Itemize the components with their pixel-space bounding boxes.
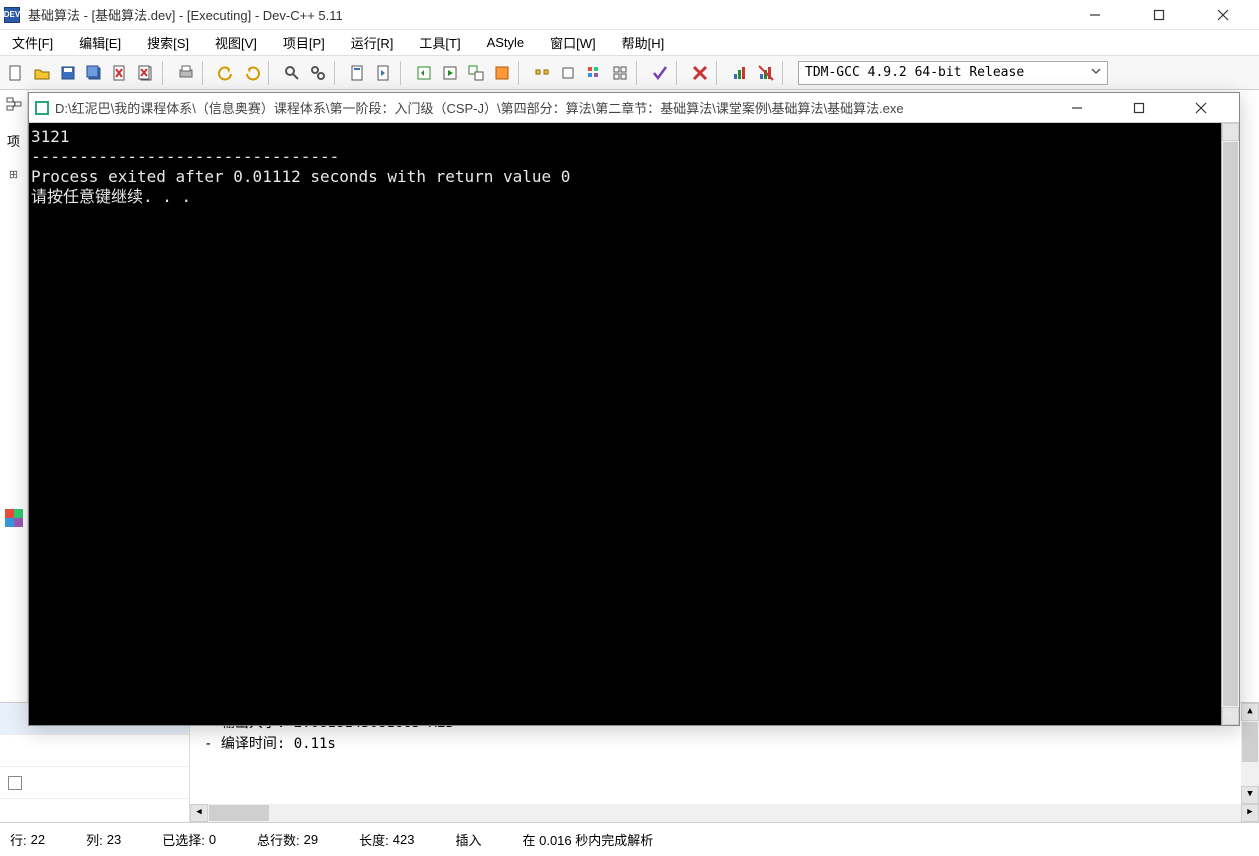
menu-astyle[interactable]: AStyle [481, 32, 531, 53]
undo-button[interactable] [214, 61, 238, 85]
console-close-button[interactable] [1181, 96, 1221, 120]
console-line: Process exited after 0.01112 seconds wit… [31, 167, 1237, 187]
scroll-left-icon[interactable]: ◀ [190, 804, 208, 822]
new-file-button[interactable] [4, 61, 28, 85]
status-sel-label: 已选择: [162, 830, 205, 849]
menu-file[interactable]: 文件[F] [6, 30, 59, 55]
window-title: 基础算法 - [基础算法.dev] - [Executing] - Dev-C+… [28, 5, 343, 24]
status-insert-value: 插入 [455, 830, 481, 849]
status-selection: 已选择: 0 [162, 830, 216, 849]
status-length: 长度: 423 [359, 830, 414, 849]
compiler-select-label: TDM-GCC 4.9.2 64-bit Release [805, 65, 1024, 80]
status-bar: 行: 22 列: 23 已选择: 0 总行数: 29 长度: 423 插入 在 … [0, 822, 1259, 856]
scroll-right-icon[interactable]: ▶ [1241, 804, 1259, 822]
console-line: 请按任意键继续. . . [31, 187, 1237, 207]
close-all-button[interactable] [134, 61, 158, 85]
console-maximize-button[interactable] [1119, 96, 1159, 120]
goto-bookmark-button[interactable] [372, 61, 396, 85]
tools-button[interactable] [608, 61, 632, 85]
scroll-thumb[interactable] [1223, 142, 1238, 706]
print-button[interactable] [174, 61, 198, 85]
status-row-label: 行: [10, 830, 27, 849]
close-button[interactable] [1203, 3, 1243, 27]
redo-button[interactable] [240, 61, 264, 85]
console-line: 3121 [31, 127, 1237, 147]
status-col: 列: 23 [86, 830, 121, 849]
console-minimize-button[interactable] [1057, 96, 1097, 120]
project-tree-icon[interactable] [5, 96, 23, 117]
checkbox-icon[interactable] [8, 776, 22, 790]
status-row: 行: 22 [10, 830, 45, 849]
menu-view[interactable]: 视图[V] [209, 30, 263, 55]
color-palette-icon[interactable] [5, 509, 23, 527]
status-col-label: 列: [86, 830, 103, 849]
menu-help[interactable]: 帮助[H] [616, 30, 671, 55]
expand-icon[interactable]: ⊞ [9, 168, 18, 181]
toggle-bookmark-button[interactable] [346, 61, 370, 85]
scroll-up-icon[interactable]: ▲ [1241, 703, 1259, 721]
status-total-lines: 总行数: 29 [257, 830, 318, 849]
sidebar-header: 项 [7, 131, 20, 150]
menu-window[interactable]: 窗口[W] [544, 30, 602, 55]
minimize-button[interactable] [1075, 3, 1115, 27]
clear-errors-button[interactable] [688, 61, 712, 85]
run-button[interactable] [438, 61, 462, 85]
console-vscrollbar[interactable]: ▲ ▼ [1221, 123, 1239, 725]
menu-tools[interactable]: 工具[T] [413, 30, 466, 55]
console-titlebar[interactable]: D:\红泥巴\我的课程体系\（信息奥赛）课程体系\第一阶段：入门级（CSP-J）… [29, 93, 1239, 123]
save-button[interactable] [56, 61, 80, 85]
close-file-button[interactable] [108, 61, 132, 85]
status-sel-value: 0 [209, 832, 216, 847]
menu-search[interactable]: 搜索[S] [141, 30, 195, 55]
hscrollbar[interactable]: ◀ ▶ [190, 804, 1259, 822]
status-total-value: 29 [304, 832, 318, 847]
menu-run[interactable]: 运行[R] [345, 30, 400, 55]
status-len-label: 长度: [359, 830, 389, 849]
chart1-button[interactable] [728, 61, 752, 85]
replace-button[interactable] [306, 61, 330, 85]
output-line: - 编译时间: 0.11s [204, 734, 1245, 755]
save-all-button[interactable] [82, 61, 106, 85]
status-col-value: 23 [107, 832, 121, 847]
scroll-up-icon[interactable]: ▲ [1222, 123, 1239, 141]
status-row-value: 22 [31, 832, 45, 847]
scroll-down-icon[interactable]: ▼ [1241, 786, 1259, 804]
menu-bar: 文件[F] 编辑[E] 搜索[S] 视图[V] 项目[P] 运行[R] 工具[T… [0, 30, 1259, 56]
compile-run-button[interactable] [464, 61, 488, 85]
app-icon: DEV [4, 7, 20, 23]
rebuild-button[interactable] [490, 61, 514, 85]
console-title-text: D:\红泥巴\我的课程体系\（信息奥赛）课程体系\第一阶段：入门级（CSP-J）… [55, 98, 904, 117]
find-button[interactable] [280, 61, 304, 85]
toolbar: TDM-GCC 4.9.2 64-bit Release [0, 56, 1259, 90]
compile-button[interactable] [412, 61, 436, 85]
chart2-button[interactable] [754, 61, 778, 85]
profile-button[interactable] [582, 61, 606, 85]
console-line: -------------------------------- [31, 147, 1237, 167]
status-total-label: 总行数: [257, 830, 300, 849]
chevron-down-icon [1091, 65, 1101, 80]
console-body[interactable]: 3121 -------------------------------- Pr… [29, 123, 1239, 725]
bottom-tab-2[interactable] [0, 735, 189, 767]
bottom-tab-3[interactable] [0, 767, 189, 799]
menu-edit[interactable]: 编辑[E] [73, 30, 127, 55]
scroll-down-icon[interactable]: ▼ [1222, 707, 1239, 725]
console-icon [35, 101, 49, 115]
vscrollbar[interactable]: ▲ ▼ [1241, 703, 1259, 804]
scroll-thumb[interactable] [1242, 722, 1258, 762]
status-len-value: 423 [393, 832, 415, 847]
status-insert-mode: 插入 [455, 830, 481, 849]
open-file-button[interactable] [30, 61, 54, 85]
scroll-thumb[interactable] [209, 805, 269, 821]
compiler-select[interactable]: TDM-GCC 4.9.2 64-bit Release [798, 61, 1108, 85]
status-parse-value: 在 0.016 秒内完成解析 [522, 830, 653, 849]
stop-button[interactable] [556, 61, 580, 85]
check-syntax-button[interactable] [648, 61, 672, 85]
menu-project[interactable]: 项目[P] [277, 30, 331, 55]
main-titlebar: DEV 基础算法 - [基础算法.dev] - [Executing] - De… [0, 0, 1259, 30]
maximize-button[interactable] [1139, 3, 1179, 27]
status-parse-time: 在 0.016 秒内完成解析 [522, 830, 653, 849]
debug-button[interactable] [530, 61, 554, 85]
console-window: D:\红泥巴\我的课程体系\（信息奥赛）课程体系\第一阶段：入门级（CSP-J）… [28, 92, 1240, 726]
